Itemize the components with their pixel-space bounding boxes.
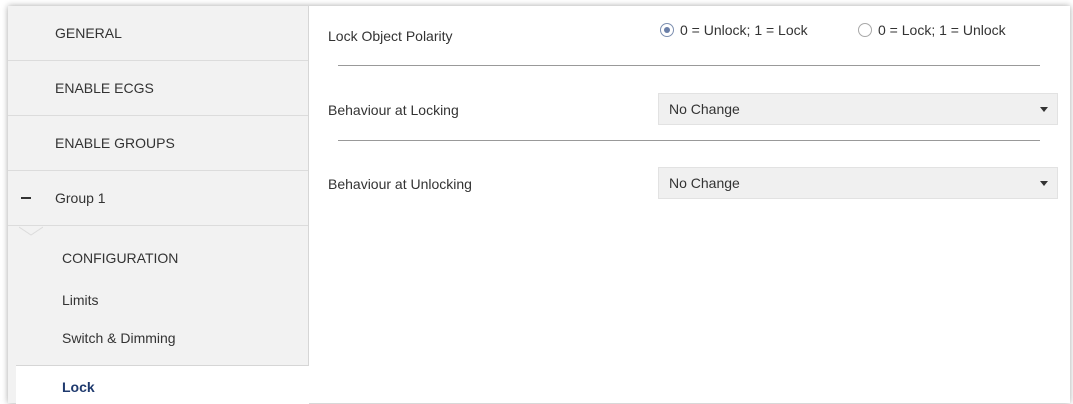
parameter-window: GENERAL ENABLE ECGS ENABLE GROUPS Group … bbox=[8, 6, 1070, 404]
unlocking-select[interactable]: No Change bbox=[658, 167, 1058, 199]
locking-label: Behaviour at Locking bbox=[328, 102, 459, 118]
polarity-option-2-radio[interactable] bbox=[858, 23, 872, 37]
sidebar-subitem-label: Lock bbox=[62, 379, 95, 395]
unlocking-select-value: No Change bbox=[669, 175, 740, 191]
sidebar-subitem-limits[interactable]: Limits bbox=[62, 292, 99, 308]
locking-select-value: No Change bbox=[669, 101, 740, 117]
polarity-option-1-radio[interactable] bbox=[660, 23, 674, 37]
sidebar-subitem-lock[interactable]: Lock bbox=[16, 365, 309, 404]
locking-select[interactable]: No Change bbox=[658, 93, 1058, 125]
sidebar-subitem-configuration[interactable]: CONFIGURATION bbox=[62, 250, 178, 266]
sidebar-item-enable-groups[interactable]: ENABLE GROUPS bbox=[8, 116, 308, 171]
sidebar-item-general[interactable]: GENERAL bbox=[8, 6, 308, 61]
separator bbox=[338, 65, 1040, 66]
chevron-down-icon bbox=[1040, 181, 1048, 186]
polarity-label: Lock Object Polarity bbox=[328, 28, 453, 44]
sidebar: GENERAL ENABLE ECGS ENABLE GROUPS Group … bbox=[8, 6, 309, 404]
sidebar-item-label: GENERAL bbox=[55, 25, 122, 41]
chevron-down-icon bbox=[1040, 107, 1048, 112]
polarity-option-1-label[interactable]: 0 = Unlock; 1 = Lock bbox=[680, 22, 808, 38]
sidebar-subitem-switch-dimming[interactable]: Switch & Dimming bbox=[62, 330, 176, 346]
parameter-panel: Lock Object Polarity 0 = Unlock; 1 = Loc… bbox=[309, 6, 1070, 403]
sidebar-item-label: ENABLE ECGS bbox=[55, 80, 154, 96]
collapse-icon[interactable] bbox=[21, 197, 31, 199]
sidebar-item-label: ENABLE GROUPS bbox=[55, 135, 175, 151]
polarity-option-2-label[interactable]: 0 = Lock; 1 = Unlock bbox=[878, 22, 1006, 38]
separator bbox=[338, 140, 1040, 141]
sidebar-item-group-1[interactable]: Group 1 bbox=[8, 171, 308, 226]
sidebar-item-enable-ecgs[interactable]: ENABLE ECGS bbox=[8, 61, 308, 116]
tree-notch-icon bbox=[19, 226, 43, 236]
sidebar-item-label: Group 1 bbox=[55, 190, 106, 206]
unlocking-label: Behaviour at Unlocking bbox=[328, 176, 472, 192]
